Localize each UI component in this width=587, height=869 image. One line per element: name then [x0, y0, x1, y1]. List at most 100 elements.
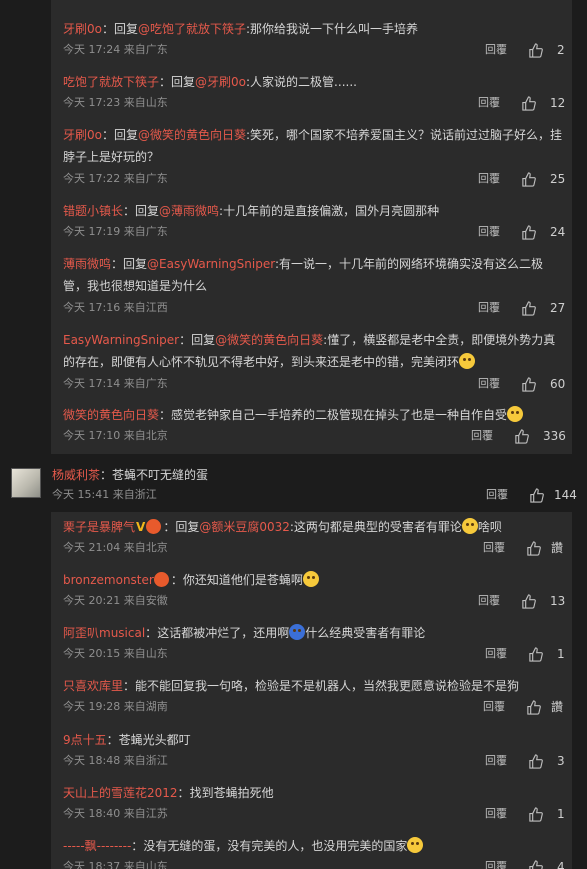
reply-item: 错题小镇长：回复@薄雨微鸣:十几年前的是直接偏激，国外月亮圆那种 今天 17:1… — [63, 200, 572, 240]
reply-username[interactable]: 微笑的黄色向日葵 — [63, 408, 159, 422]
reply-button[interactable]: 回覆 — [485, 805, 507, 823]
reply-button[interactable]: 回覆 — [483, 698, 505, 716]
reply-username[interactable]: 错题小镇长 — [63, 204, 123, 218]
reply-username[interactable]: bronzemonster — [63, 573, 154, 587]
reply-time: 今天 20:21 来自安徽 — [63, 594, 168, 607]
thumbs-up-icon — [515, 428, 529, 444]
reply-meta: 今天 19:28 来自湖南 回覆 讚 — [63, 698, 572, 716]
like-button[interactable]: 336 — [514, 427, 566, 445]
reply-username[interactable]: 阿歪叭musical — [63, 626, 145, 640]
reply-body: :人家说的二极管...... — [246, 75, 357, 89]
like-button[interactable]: 1 — [528, 805, 565, 823]
like-button[interactable]: 24 — [521, 223, 565, 241]
reply-mention[interactable]: @EasyWarningSniper — [147, 257, 275, 271]
reply-mention[interactable]: @微笑的黄色向日葵 — [215, 333, 323, 347]
avatar[interactable] — [11, 468, 41, 498]
like-button[interactable]: 60 — [521, 375, 565, 393]
reply-text-line: 吃饱了就放下筷子：回复@牙刷0o:人家说的二极管...... — [63, 71, 572, 93]
reply-button[interactable]: 回覆 — [485, 752, 507, 770]
comment-time: 今天 15:41 来自浙江 — [52, 488, 157, 501]
reply-button[interactable]: 回覆 — [483, 539, 505, 557]
reply-button[interactable]: 回覆 — [478, 592, 500, 610]
like-button[interactable]: 12 — [521, 94, 565, 112]
reply-text-line: 牙刷0o：回复@微笑的黄色向日葵:笑死，哪个国家不培养爱国主义？说话前过过脑子好… — [63, 124, 572, 168]
reply-username[interactable]: 薄雨微鸣 — [63, 257, 111, 271]
thumbs-up-icon — [522, 224, 536, 240]
reply-time: 今天 21:04 来自北京 — [63, 541, 168, 554]
reply-tail: 啥呗 — [477, 520, 502, 534]
reply-button[interactable]: 回覆 — [485, 858, 507, 869]
reply-meta: 今天 17:14 来自广东 回覆 60 — [63, 375, 572, 393]
reply-username[interactable]: 栗子是暴脾气 — [63, 520, 135, 534]
reply-username[interactable]: 天山上的雪莲花2012 — [63, 786, 178, 800]
like-count: 2 — [557, 43, 565, 57]
reply-meta: 今天 18:40 来自江苏 回覆 1 — [63, 805, 572, 823]
thumbs-up-icon — [522, 95, 536, 111]
reply-button[interactable]: 回覆 — [478, 299, 500, 317]
reply-button[interactable]: 回覆 — [478, 375, 500, 393]
like-button[interactable]: 27 — [521, 299, 565, 317]
like-count: 336 — [543, 429, 566, 443]
reply-item: 牙刷0o：回复@微笑的黄色向日葵:笑死，哪个国家不培养爱国主义？说话前过过脑子好… — [63, 124, 572, 187]
reply-text-line: 阿歪叭musical：这话都被冲烂了，还用啊 什么经典受害者有罪论 — [63, 622, 572, 644]
reply-text-line: 只喜欢库里：能不能回复我一句咯，检验是不是机器人，当然我更愿意说检验是不是狗 — [63, 675, 572, 697]
like-button[interactable]: 讚 — [526, 698, 563, 716]
like-count: 25 — [550, 172, 566, 186]
reply-time: 今天 17:14 来自广东 — [63, 377, 168, 390]
emoji-icon — [289, 624, 306, 640]
emoji-icon — [461, 518, 478, 534]
like-count: 讚 — [551, 541, 564, 555]
reply-mention[interactable]: @吃饱了就放下筷子 — [138, 22, 246, 36]
thumbs-up-icon — [529, 859, 543, 869]
emoji-icon — [407, 837, 424, 853]
reply-meta: 今天 17:10 来自北京 回覆 336 — [63, 427, 572, 445]
reply-mention[interactable]: @额米豆腐0032 — [199, 520, 290, 534]
comment-meta: 今天 15:41 来自浙江 回覆 144 — [52, 486, 587, 504]
reply-button[interactable]: 回覆 — [485, 645, 507, 663]
reply-action: ：回复 — [101, 22, 138, 36]
like-button[interactable]: 讚 — [526, 539, 563, 557]
like-count: 1 — [557, 647, 565, 661]
reply-item: 栗子是暴脾气V ：回复@额米豆腐0032:这两句都是典型的受害者有罪论 啥呗 今天 … — [63, 516, 572, 556]
reply-button[interactable]: 回覆 — [478, 94, 500, 112]
reply-item: -----飘--------：没有无缝的蛋，没有完美的人，也没用完美的国家 今天… — [63, 835, 572, 869]
reply-mention[interactable]: @微笑的黄色向日葵 — [138, 128, 246, 142]
like-count: 144 — [554, 488, 577, 502]
like-button[interactable]: 144 — [529, 486, 577, 504]
reply-username[interactable]: 牙刷0o — [63, 128, 102, 142]
reply-meta: 今天 20:21 来自安徽 回覆 13 — [63, 592, 572, 610]
reply-mention[interactable]: @薄雨微鸣 — [159, 204, 219, 218]
reply-time: 今天 20:15 来自山东 — [63, 647, 168, 660]
like-button[interactable]: 13 — [521, 592, 565, 610]
reply-username[interactable]: EasyWarningSniper — [63, 333, 179, 347]
reply-time: 今天 17:23 来自山东 — [63, 96, 168, 109]
comment-username[interactable]: 杨威利茶 — [52, 468, 100, 482]
reply-username[interactable]: 牙刷0o — [63, 22, 102, 36]
reply-block-2: 栗子是暴脾气V ：回复@额米豆腐0032:这两句都是典型的受害者有罪论 啥呗 今天 … — [51, 512, 572, 869]
reply-item: bronzemonster ：你还知道他们是苍蝇啊 今天 20:21 来自安徽 回… — [63, 569, 572, 609]
reply-tail: 什么经典受害者有罪论 — [305, 626, 426, 640]
reply-meta: 今天 17:19 来自广东 回覆 24 — [63, 223, 572, 241]
like-button[interactable]: 1 — [528, 645, 565, 663]
reply-username[interactable]: 只喜欢库里 — [63, 679, 123, 693]
like-button[interactable]: 3 — [528, 752, 565, 770]
reply-action: ：回复 — [163, 520, 200, 534]
like-button[interactable]: 2 — [528, 41, 565, 59]
reply-meta: 今天 17:24 来自广东 回覆 2 — [63, 41, 572, 59]
reply-button[interactable]: 回覆 — [485, 41, 507, 59]
reply-username[interactable]: -----飘-------- — [63, 839, 131, 853]
reply-button[interactable]: 回覆 — [478, 223, 500, 241]
reply-username[interactable]: 吃饱了就放下筷子 — [63, 75, 159, 89]
reply-button[interactable]: 回覆 — [478, 170, 500, 188]
reply-action: ： — [145, 626, 158, 640]
reply-button[interactable]: 回覆 — [471, 427, 493, 445]
reply-action: ：回复 — [159, 75, 196, 89]
like-button[interactable]: 4 — [528, 858, 565, 869]
thumbs-up-icon — [530, 487, 544, 503]
like-button[interactable]: 25 — [521, 170, 565, 188]
reply-mention[interactable]: @牙刷0o — [195, 75, 246, 89]
reply-button[interactable]: 回覆 — [486, 486, 508, 504]
reply-text-line: bronzemonster ：你还知道他们是苍蝇啊 — [63, 569, 572, 591]
like-count: 4 — [557, 860, 565, 869]
reply-username[interactable]: 9点十五 — [63, 733, 107, 747]
